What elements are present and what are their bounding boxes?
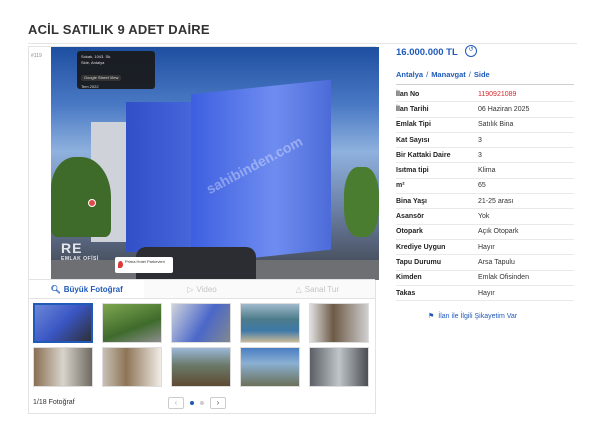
thumbnail[interactable]: [240, 347, 300, 387]
thumbnail[interactable]: [309, 347, 369, 387]
photo-count: 1/18 Fotoğraf: [33, 399, 75, 406]
thumbnail-pager: ‹ ›: [168, 397, 226, 409]
attr-row: Krediye Uygun Hayır: [396, 240, 574, 256]
virtual-tour-icon: △: [295, 284, 302, 294]
thumbnail[interactable]: [171, 303, 231, 343]
next-page-button[interactable]: ›: [210, 397, 226, 409]
attr-row: Bir Kattaki Daire 3: [396, 148, 574, 164]
page-dot[interactable]: [200, 401, 204, 405]
breadcrumb-city[interactable]: Antalya: [396, 70, 423, 79]
attr-row: Bina Yaşı 21-25 arası: [396, 194, 574, 210]
prev-page-button[interactable]: ‹: [168, 397, 184, 409]
thumbnail[interactable]: [309, 303, 369, 343]
attr-row: İlan No 1190921089: [396, 87, 574, 103]
main-photo[interactable]: sahibinden.com Sokak, 1043. Sk. Side, An…: [51, 47, 379, 280]
report-link-label[interactable]: İlan ile İlgili Şikayetim Var: [438, 313, 517, 320]
attr-row: Emlak Tipi Satılık Bina: [396, 118, 574, 133]
location-divider: [396, 84, 574, 85]
photo-building-left: [126, 102, 196, 252]
listing-number: 1190921089: [478, 90, 517, 98]
attribute-table: İlan No 1190921089 İlan Tarihi 06 Haziran …: [396, 87, 574, 302]
attr-row: Takas Hayır: [396, 286, 574, 302]
attr-row: Otopark Açık Otopark: [396, 225, 574, 240]
map-label: Prima Hotel Parkevleri: [115, 257, 173, 273]
street-view-city: Side, Antalya: [81, 60, 105, 65]
report-link[interactable]: ⚑ İlan ile İlgili Şikayetim Var: [428, 312, 517, 321]
tab-large-photo[interactable]: 🔍︎ Büyük Fotoğraf: [29, 280, 145, 298]
gallery-tabs: 🔍︎ Büyük Fotoğraf ▷ Video △ Sanal Tur: [29, 279, 375, 299]
attr-row: Isıtma tipi Klima: [396, 163, 574, 179]
price-history-icon[interactable]: ↺: [465, 45, 477, 57]
thumbnail[interactable]: [102, 303, 162, 343]
title-divider: [28, 43, 577, 44]
thumbnail[interactable]: [171, 347, 231, 387]
thumbnail-grid: [33, 303, 373, 387]
breadcrumb: Antalya / Manavgat / Side: [396, 70, 490, 79]
photo-tree: [344, 167, 379, 237]
video-icon: ▷: [187, 284, 194, 294]
page-dot[interactable]: [190, 401, 194, 405]
street-view-button[interactable]: Google Street View: [81, 75, 122, 81]
tab-virtual-tour[interactable]: △ Sanal Tur: [260, 280, 375, 298]
price: 16.000.000 TL: [396, 47, 458, 58]
breadcrumb-neighborhood[interactable]: Side: [474, 70, 490, 79]
thumbnail[interactable]: [240, 303, 300, 343]
map-pin-icon: [88, 199, 96, 207]
attr-row: Kat Sayısı 3: [396, 133, 574, 149]
attr-row: Asansör Yok: [396, 209, 574, 225]
attr-row: Kimden Emlak Ofisinden: [396, 271, 574, 286]
breadcrumb-district[interactable]: Manavgat: [431, 70, 466, 79]
thumbnail[interactable]: [33, 347, 93, 387]
tab-video[interactable]: ▷ Video: [144, 280, 259, 298]
photo-building: [191, 79, 331, 265]
flag-icon: ⚑: [428, 313, 435, 320]
attr-row: İlan Tarihi 06 Haziran 2025: [396, 102, 574, 118]
search-icon: 🔍︎: [50, 284, 61, 294]
photo-gallery: sahibinden.com Sokak, 1043. Sk. Side, An…: [28, 46, 379, 414]
street-view-date: Tem 2022: [81, 84, 99, 89]
thumbnail[interactable]: [102, 347, 162, 387]
photo-tree: [51, 157, 111, 237]
page-title: ACİL SATILIK 9 ADET DAİRE: [28, 22, 210, 37]
agency-logo: RE EMLAK OFİSİ: [61, 240, 99, 262]
photo-id-label: #119: [31, 53, 42, 59]
thumbnail[interactable]: [33, 303, 93, 343]
street-view-card[interactable]: Sokak, 1043. Sk. Side, Antalya Google St…: [77, 51, 155, 89]
attr-row: Tapu Durumu Arsa Tapulu: [396, 255, 574, 271]
attr-row: m² 65: [396, 179, 574, 195]
